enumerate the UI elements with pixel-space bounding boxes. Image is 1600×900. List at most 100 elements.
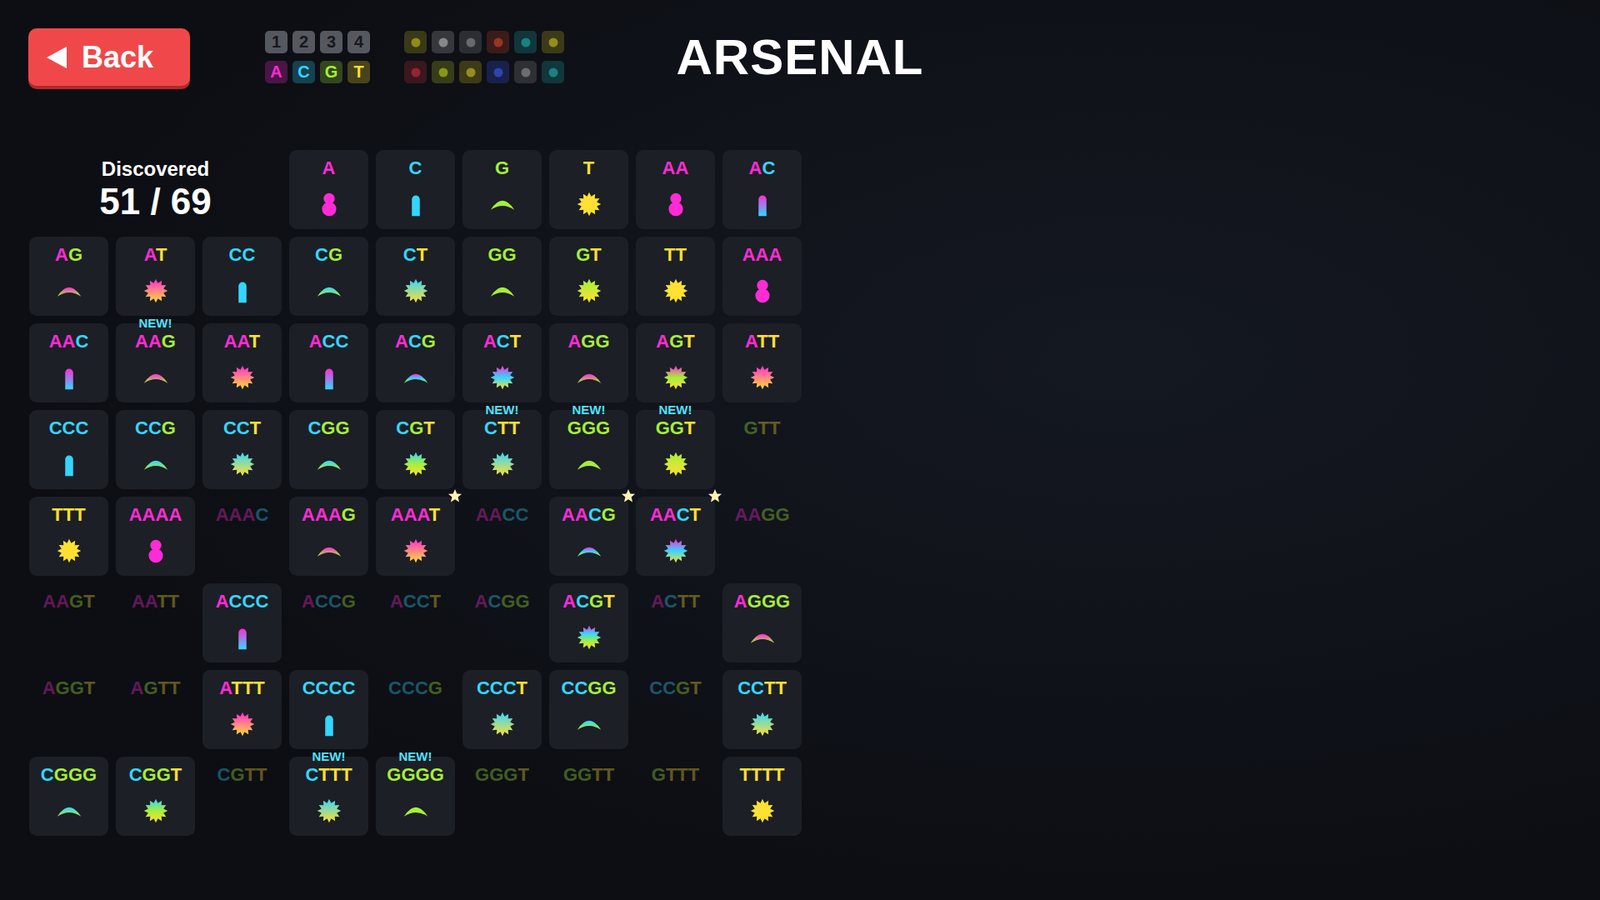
weapon-card[interactable]: CCGG [549, 670, 629, 750]
card-label: AGT [655, 331, 695, 352]
weapon-card[interactable]: CCTT [722, 670, 802, 750]
weapon-icon [486, 188, 519, 220]
card-label: AT [144, 245, 168, 265]
weapon-card[interactable]: AACG [549, 496, 629, 576]
weapon-card: GGGT [462, 756, 542, 836]
weapon-card[interactable]: TTT [29, 496, 109, 576]
weapon-card[interactable]: AAAG [289, 496, 369, 576]
card-label: CTTT [305, 765, 352, 785]
number-tile[interactable]: 4 [347, 30, 370, 54]
modifier-tile[interactable] [404, 30, 427, 54]
weapon-card[interactable]: CGG [289, 410, 369, 490]
weapon-card[interactable]: GG [462, 236, 542, 316]
weapon-card[interactable]: A [289, 150, 369, 230]
weapon-card[interactable]: G [462, 150, 542, 230]
weapon-card[interactable]: ACT [462, 323, 542, 403]
card-label: AAC [49, 331, 90, 352]
modifier-icon [409, 65, 423, 80]
weapon-card[interactable]: AT [115, 236, 195, 316]
weapon-icon [140, 795, 172, 827]
weapon-card[interactable]: NEW!GGT [635, 410, 715, 490]
card-label: CC [229, 245, 256, 265]
letter-tile[interactable]: G [320, 60, 343, 84]
card-label: CCC [49, 418, 90, 439]
weapon-card[interactable]: CCG [115, 410, 195, 490]
weapon-icon [400, 535, 432, 567]
letter-tile[interactable]: C [292, 60, 315, 84]
weapon-card[interactable]: CCC [29, 410, 109, 490]
weapon-card[interactable]: AG [29, 236, 109, 316]
modifier-tile[interactable] [514, 60, 537, 84]
modifier-tile[interactable] [459, 60, 482, 84]
number-tile[interactable]: 1 [265, 30, 288, 54]
weapon-card[interactable]: CGT [375, 410, 455, 490]
weapon-card[interactable]: TT [635, 236, 715, 316]
weapon-icon [226, 621, 259, 654]
letter-tile[interactable]: A [265, 60, 288, 84]
weapon-card[interactable]: CGGT [115, 756, 195, 836]
weapon-card: AGGT [29, 670, 109, 750]
weapon-card[interactable]: T [549, 150, 629, 230]
weapon-card[interactable]: AGT [635, 323, 715, 403]
modifier-tile[interactable] [541, 30, 565, 54]
letter-tile[interactable]: T [347, 60, 370, 84]
weapon-card[interactable]: NEW!GGG [549, 410, 629, 490]
modifier-tile[interactable] [431, 60, 455, 84]
weapon-card[interactable]: NEW!CTT [462, 410, 542, 490]
card-label: A [322, 158, 336, 179]
weapon-card[interactable]: AGGG [722, 583, 802, 663]
weapon-card[interactable]: AAT [202, 323, 282, 403]
weapon-card[interactable]: NEW!AAG [115, 323, 195, 403]
weapon-card[interactable]: NEW!CTTT [289, 756, 369, 836]
modifier-tile[interactable] [459, 30, 482, 54]
weapon-card[interactable]: CCT [202, 410, 282, 490]
weapon-card[interactable]: TTTT [722, 756, 802, 836]
modifier-tile[interactable] [486, 60, 510, 84]
number-tile[interactable]: 2 [292, 30, 315, 54]
modifier-tile[interactable] [404, 60, 427, 84]
modifier-tile[interactable] [486, 30, 510, 54]
modifier-icon [436, 65, 450, 80]
weapon-card[interactable]: AA [635, 150, 715, 230]
weapon-card[interactable]: ATT [722, 323, 802, 403]
weapon-card[interactable]: CT [375, 236, 455, 316]
modifier-tile[interactable] [431, 30, 455, 54]
weapon-card[interactable]: CG [289, 236, 369, 316]
weapon-card: AAGG [722, 496, 802, 576]
weapon-card[interactable]: ACC [289, 323, 369, 403]
weapon-card[interactable]: ATTT [202, 670, 282, 750]
number-row: 1234 [265, 30, 370, 54]
weapon-icon [226, 448, 259, 480]
card-label: CGGT [129, 765, 183, 785]
weapon-card[interactable]: CGGG [29, 756, 109, 836]
weapon-card[interactable]: AAA [722, 236, 802, 316]
card-label: T [583, 158, 595, 179]
weapon-card[interactable]: CC [202, 236, 282, 316]
arsenal-grid: Discovered51 / 69ACGTAAACAGATCCCGCTGGGTT… [0, 85, 1600, 836]
weapon-card[interactable]: AGG [549, 323, 629, 403]
weapon-card[interactable]: AC [722, 150, 802, 230]
card-label: GGGT [475, 765, 530, 785]
weapon-icon [746, 621, 779, 654]
weapon-card[interactable]: ACGT [549, 583, 629, 663]
weapon-card: ACGG [462, 583, 542, 663]
number-tile[interactable]: 3 [320, 30, 343, 54]
modifier-tile[interactable] [541, 60, 565, 84]
weapon-icon [53, 275, 85, 307]
weapon-card[interactable]: AAAT [375, 496, 455, 576]
weapon-card[interactable]: CCCT [462, 670, 542, 750]
weapon-card[interactable]: NEW!GGGG [375, 756, 455, 836]
card-label: AAAC [215, 505, 270, 525]
weapon-card[interactable]: AAC [29, 323, 109, 403]
card-label: ATTT [219, 678, 265, 699]
weapon-card[interactable]: CCCC [289, 670, 369, 750]
back-button[interactable]: Back [28, 28, 190, 86]
weapon-card[interactable]: ACG [375, 323, 455, 403]
modifier-tile[interactable] [514, 30, 537, 54]
weapon-card[interactable]: C [375, 150, 455, 230]
weapon-card[interactable]: AAAA [115, 496, 195, 576]
weapon-card[interactable]: GT [549, 236, 629, 316]
weapon-card[interactable]: ACCC [202, 583, 282, 663]
new-badge: NEW! [659, 403, 693, 416]
weapon-card[interactable]: AACT [635, 496, 715, 576]
